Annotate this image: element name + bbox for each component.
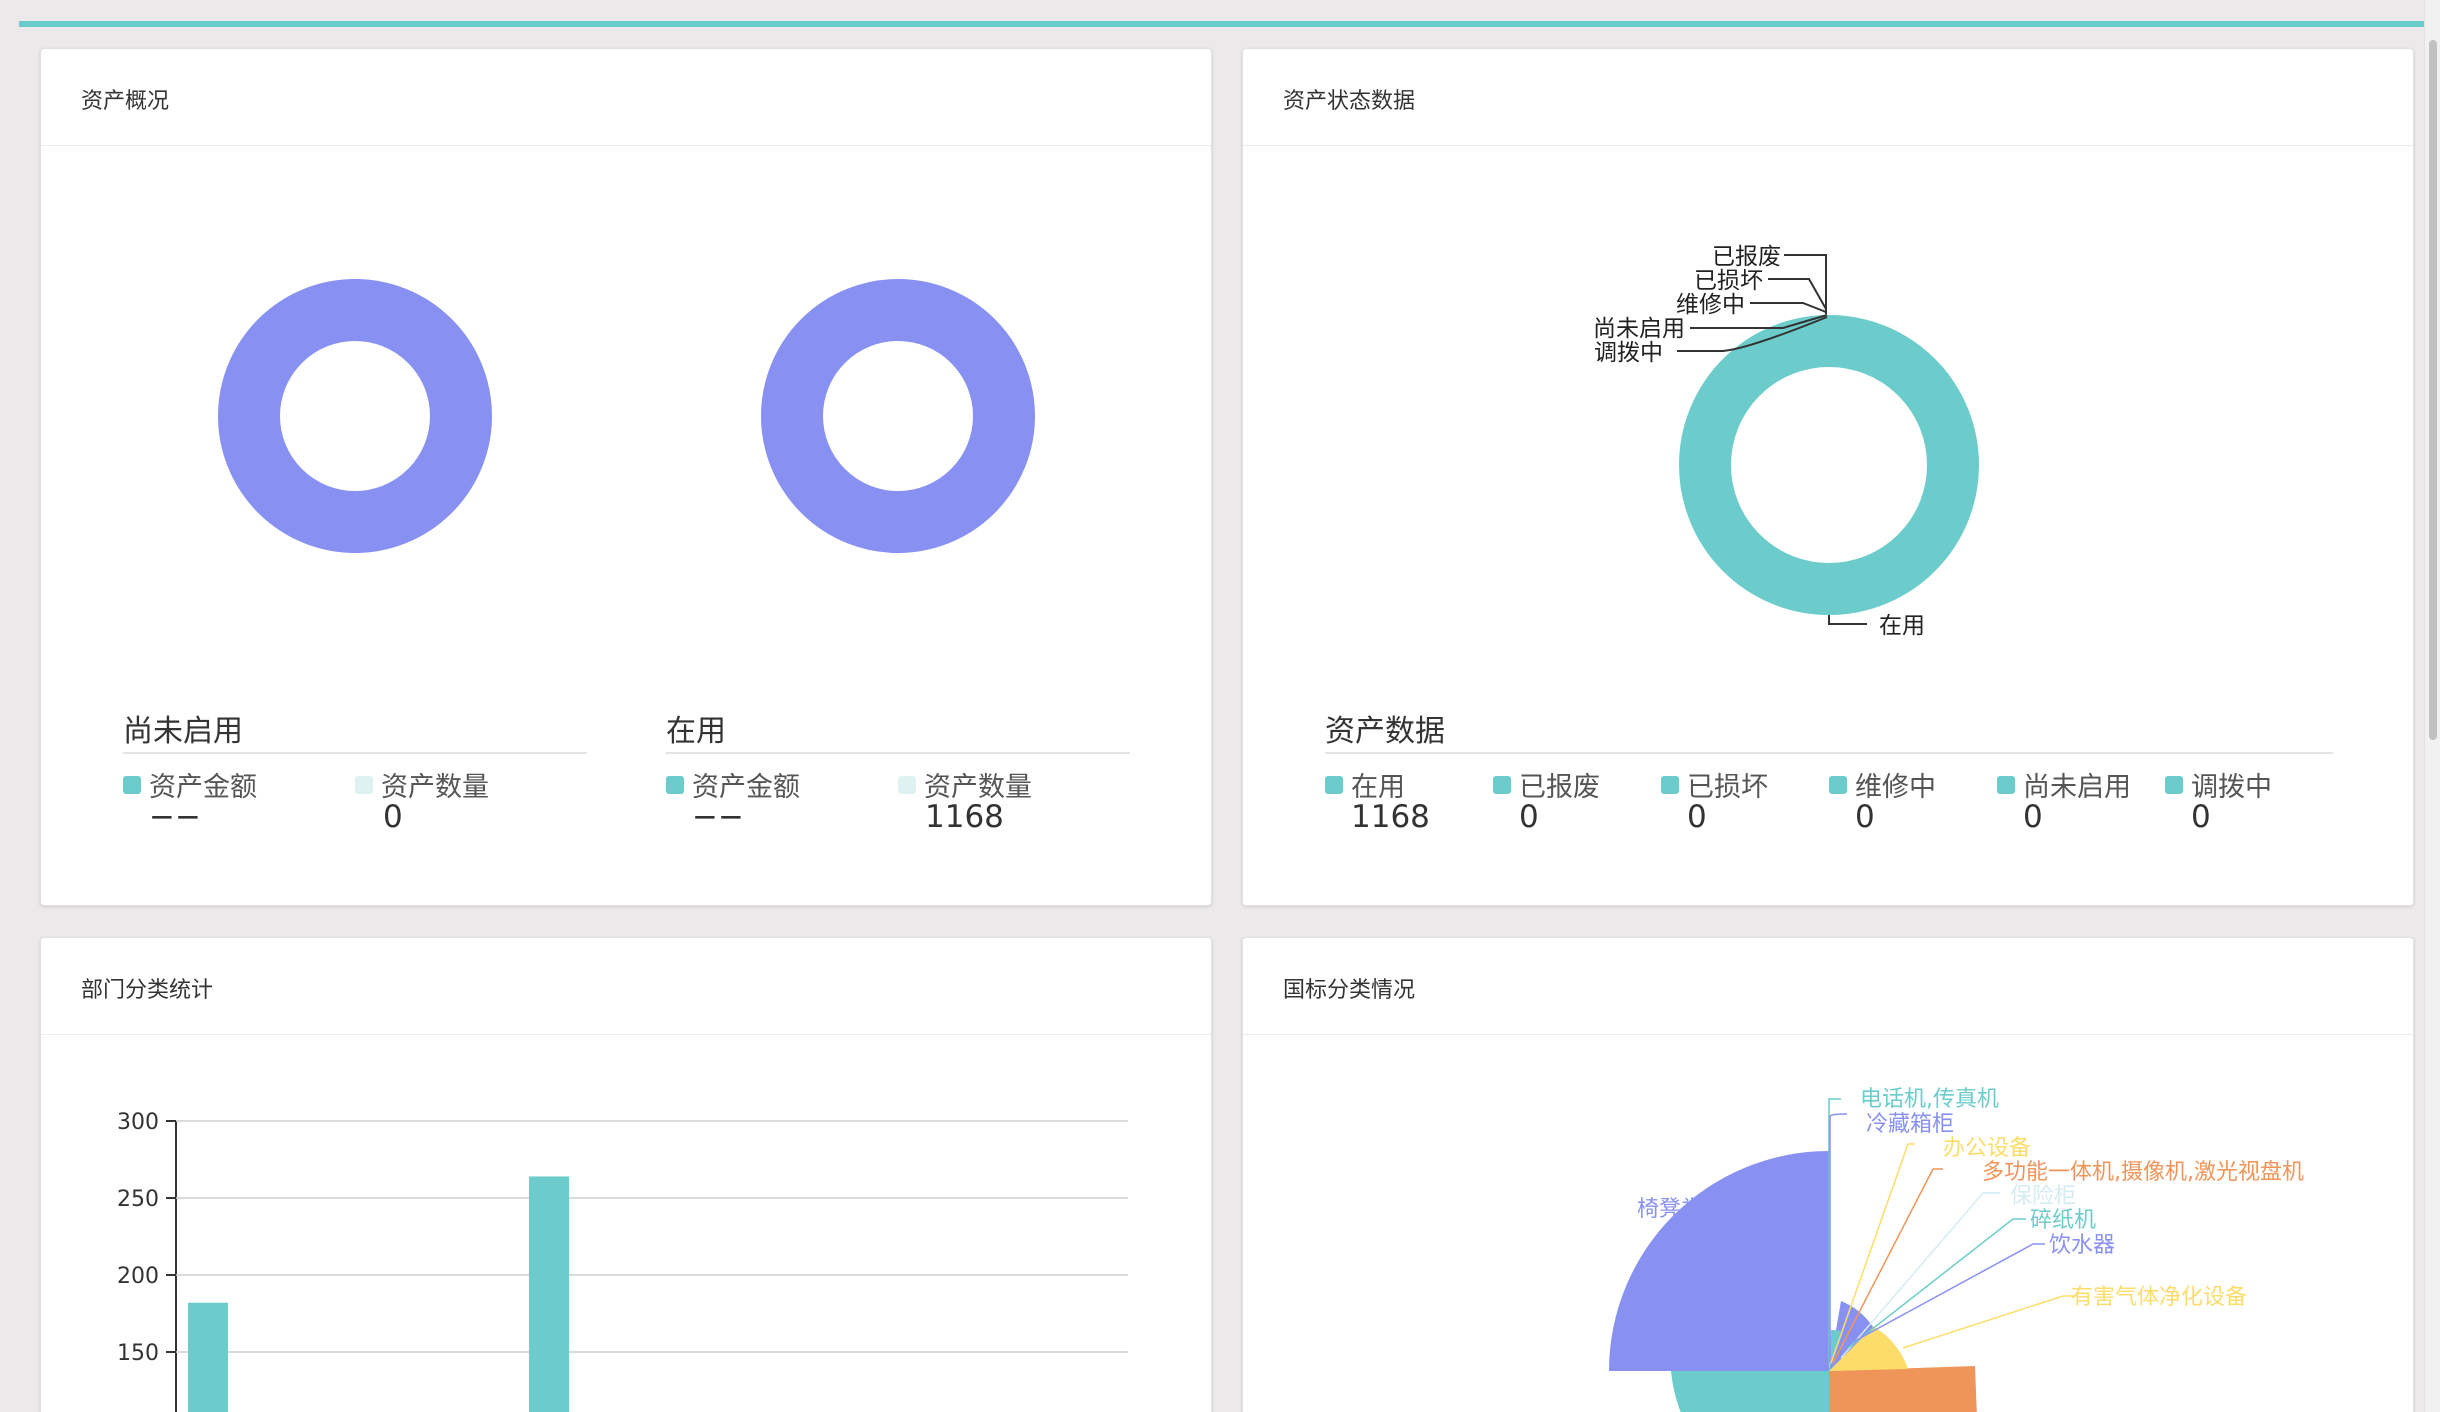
label-safe: 保险柜 (2010, 1184, 2076, 1209)
status-value: 0 (1855, 799, 1875, 835)
status-value: 0 (2023, 799, 2043, 835)
donut-ring[interactable] (761, 279, 1035, 553)
overview-donut-not-enabled (218, 279, 492, 553)
status-value: 1168 (1351, 799, 1430, 835)
label-office-equipment: 办公设备 (1943, 1136, 2031, 1161)
asset-status-card: 资产状态数据 已报废 已损坏 维修中 尚未启用 调拨中 在用 资产数据 在用 已… (1242, 48, 2414, 906)
legend-swatch (2165, 775, 2183, 794)
status-value: 0 (1687, 799, 1707, 835)
label-fridge: 冷藏箱柜 (1866, 1112, 1954, 1137)
summary-title: 资产数据 (1325, 706, 2333, 754)
donut-ring[interactable] (218, 279, 492, 553)
label-phone-fax: 电话机,传真机 (1860, 1087, 1999, 1112)
label-transferring: 调拨中 (1594, 340, 1663, 366)
legend-damaged[interactable]: 已损坏 (1661, 765, 1768, 804)
label-chairs: 椅凳类 (1637, 1197, 1703, 1222)
status-donut-chart: 已报废 已损坏 维修中 尚未启用 调拨中 在用 (1593, 244, 1979, 639)
label-damaged: 已损坏 (1694, 268, 1763, 294)
gb-category-card: 国标分类情况 椅凳类 电话机,传真机 冷藏箱柜 办公设备 多功能一体机,摄像机,… (1242, 937, 2414, 1412)
legend-swatch (1325, 775, 1343, 794)
legend-swatch (898, 775, 916, 794)
asset-overview-card: 资产概况 尚未启用 资产金额 资产数量 −− 0 在用 资产金额 资产数量 −−… (40, 48, 1212, 906)
legend-transferring[interactable]: 调拨中 (2165, 765, 2272, 804)
vertical-scrollbar[interactable] (2424, 0, 2440, 1412)
count-value: 0 (383, 799, 403, 835)
scrollbar-thumb[interactable] (2429, 40, 2437, 740)
bar[interactable] (188, 1302, 228, 1412)
donut-slice-in-use[interactable] (1679, 315, 1979, 615)
legend-swatch (1829, 775, 1847, 794)
status-value: 0 (1519, 799, 1539, 835)
legend-swatch (1493, 775, 1511, 794)
y-tick-label: 150 (117, 1341, 159, 1366)
amount-value: −− (149, 799, 201, 835)
gb-rose-pie-chart: 椅凳类 电话机,传真机 冷藏箱柜 办公设备 多功能一体机,摄像机,激光视盘机 保… (1609, 1087, 2304, 1412)
slice-teal[interactable] (1671, 1371, 1829, 1412)
legend-not-enabled[interactable]: 尚未启用 (1997, 765, 2131, 804)
y-tick-label: 300 (117, 1110, 159, 1135)
bar[interactable] (529, 1176, 569, 1412)
group-title: 尚未启用 (123, 706, 587, 754)
label-multifunction: 多功能一体机,摄像机,激光视盘机 (1982, 1160, 2304, 1185)
legend-swatch (1997, 775, 2015, 794)
overview-donut-in-use (761, 279, 1035, 553)
amount-value: −− (692, 799, 744, 835)
top-accent-bar (19, 21, 2429, 27)
label-not-enabled: 尚未启用 (1593, 316, 1685, 342)
legend-scrapped[interactable]: 已报废 (1493, 765, 1600, 804)
status-value: 0 (2191, 799, 2211, 835)
label-repairing: 维修中 (1676, 292, 1745, 318)
label-water-dispenser: 饮水器 (2049, 1233, 2115, 1258)
label-scrapped: 已报废 (1712, 244, 1781, 270)
dept-category-card: 部门分类统计 150 200 250 300 (40, 937, 1212, 1412)
card-title: 资产概况 (41, 49, 1211, 146)
legend-repairing[interactable]: 维修中 (1829, 765, 1936, 804)
y-tick-label: 250 (117, 1187, 159, 1212)
label-in-use: 在用 (1879, 613, 1925, 639)
dept-bar-chart: 150 200 250 300 (117, 1110, 1128, 1412)
slice-orange[interactable] (1829, 1366, 1977, 1412)
count-value: 1168 (925, 799, 1004, 835)
group-title: 在用 (666, 706, 1130, 754)
slice-chairs[interactable] (1609, 1151, 1829, 1371)
label-air-purifier: 有害气体净化设备 (2071, 1285, 2247, 1310)
legend-swatch (1661, 775, 1679, 794)
legend-swatch (355, 775, 373, 794)
legend-swatch (123, 775, 141, 794)
y-tick-label: 200 (117, 1264, 159, 1289)
legend-swatch (666, 775, 684, 794)
legend-count[interactable]: 资产数量 (355, 765, 489, 804)
label-shredder: 碎纸机 (2030, 1208, 2096, 1233)
